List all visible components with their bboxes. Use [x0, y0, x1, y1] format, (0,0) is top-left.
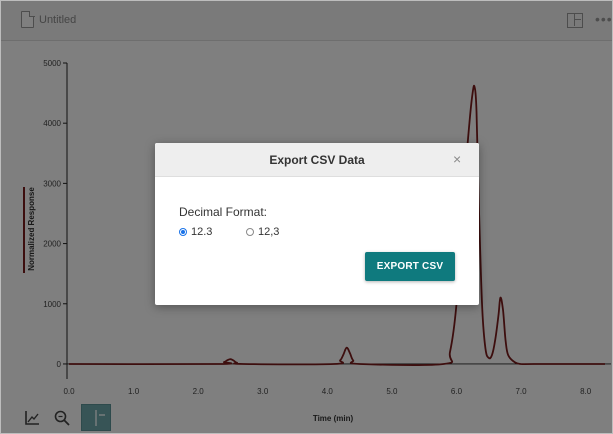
decimal-comma-radio[interactable] — [246, 228, 254, 236]
decimal-dot-option[interactable]: 12.3 — [179, 225, 212, 239]
decimal-dot-radio[interactable] — [179, 228, 187, 236]
decimal-comma-label: 12,3 — [258, 226, 280, 238]
decimal-dot-label: 12.3 — [191, 226, 213, 238]
decimal-format-label: Decimal Format: — [179, 205, 268, 219]
app-window: Untitled ••• 010002000300040005000 0.01.… — [0, 0, 613, 434]
export-csv-dialog: Export CSV Data × Decimal Format: 12.3 1… — [155, 143, 479, 305]
close-icon[interactable]: × — [453, 151, 461, 167]
decimal-comma-option[interactable]: 12,3 — [246, 225, 279, 239]
dialog-title: Export CSV Data — [269, 153, 365, 167]
export-csv-button[interactable]: EXPORT CSV — [365, 252, 455, 281]
dialog-header: Export CSV Data × — [155, 143, 479, 177]
